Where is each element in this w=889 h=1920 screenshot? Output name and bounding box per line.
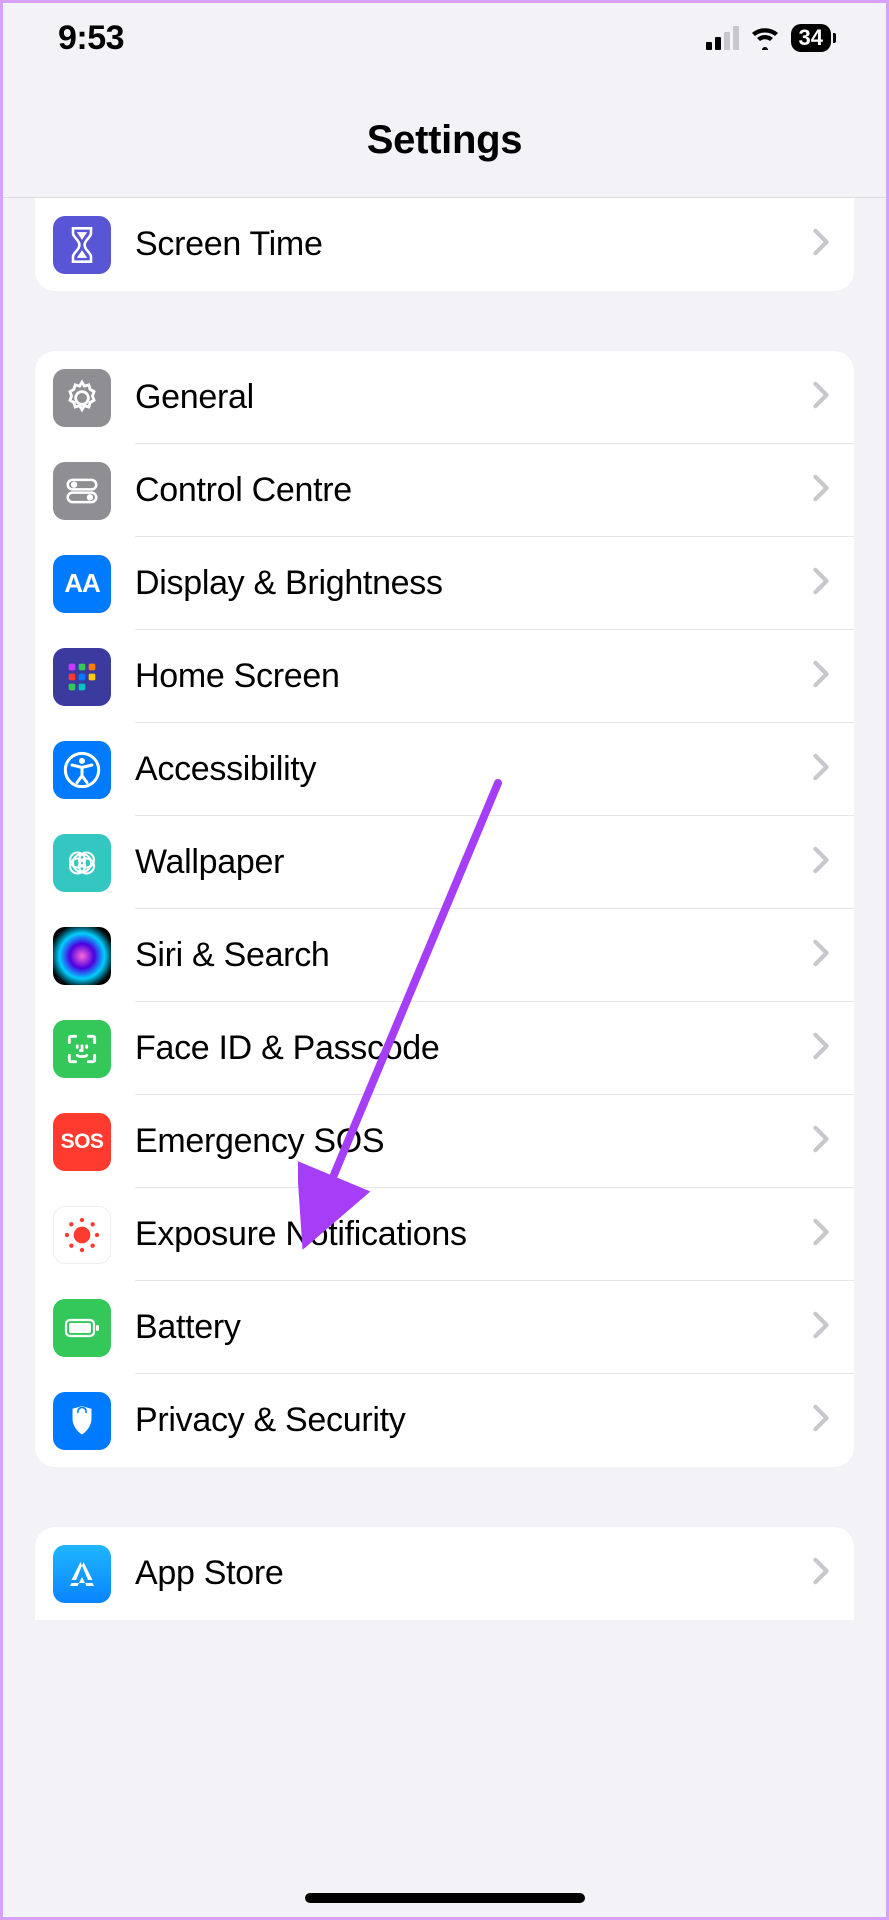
home-screen-icon bbox=[53, 648, 111, 706]
row-siri[interactable]: Siri & Search bbox=[35, 909, 854, 1002]
chevron-right-icon bbox=[812, 1557, 830, 1590]
chevron-right-icon bbox=[812, 228, 830, 261]
row-label: Wallpaper bbox=[135, 843, 284, 882]
chevron-right-icon bbox=[812, 474, 830, 507]
row-battery[interactable]: Battery bbox=[35, 1281, 854, 1374]
chevron-right-icon bbox=[812, 1404, 830, 1437]
settings-group-top: Screen Time bbox=[35, 198, 854, 291]
row-label: Emergency SOS bbox=[135, 1122, 384, 1161]
chevron-right-icon bbox=[812, 660, 830, 693]
general-icon bbox=[53, 369, 111, 427]
chevron-right-icon bbox=[812, 1218, 830, 1251]
battery-icon-row bbox=[53, 1299, 111, 1357]
settings-group-main: General Control Centre AA Display & Brig… bbox=[35, 351, 854, 1467]
chevron-right-icon bbox=[812, 846, 830, 879]
chevron-right-icon bbox=[812, 1311, 830, 1344]
sos-icon: SOS bbox=[53, 1113, 111, 1171]
row-label: Accessibility bbox=[135, 750, 316, 789]
status-time: 9:53 bbox=[58, 19, 124, 58]
chevron-right-icon bbox=[812, 1032, 830, 1065]
exposure-icon bbox=[53, 1206, 111, 1264]
row-emergency-sos[interactable]: SOS Emergency SOS bbox=[35, 1095, 854, 1188]
status-bar: 9:53 34 bbox=[3, 3, 886, 73]
row-exposure-notifications[interactable]: Exposure Notifications bbox=[35, 1188, 854, 1281]
control-centre-icon bbox=[53, 462, 111, 520]
page-title: Settings bbox=[3, 118, 886, 163]
row-screen-time[interactable]: Screen Time bbox=[35, 198, 854, 291]
cellular-signal-icon bbox=[706, 26, 739, 50]
appstore-icon bbox=[53, 1545, 111, 1603]
home-indicator[interactable] bbox=[305, 1893, 585, 1903]
row-label: App Store bbox=[135, 1554, 284, 1593]
row-label: Exposure Notifications bbox=[135, 1215, 467, 1254]
header: Settings bbox=[3, 73, 886, 198]
chevron-right-icon bbox=[812, 1125, 830, 1158]
row-general[interactable]: General bbox=[35, 351, 854, 444]
chevron-right-icon bbox=[812, 567, 830, 600]
row-label: General bbox=[135, 378, 254, 417]
status-right: 34 bbox=[706, 24, 831, 52]
row-display-brightness[interactable]: AA Display & Brightness bbox=[35, 537, 854, 630]
settings-group-appstore: App Store bbox=[35, 1527, 854, 1620]
row-label: Home Screen bbox=[135, 657, 340, 696]
wallpaper-icon bbox=[53, 834, 111, 892]
chevron-right-icon bbox=[812, 381, 830, 414]
row-home-screen[interactable]: Home Screen bbox=[35, 630, 854, 723]
accessibility-icon bbox=[53, 741, 111, 799]
row-app-store[interactable]: App Store bbox=[35, 1527, 854, 1620]
siri-icon bbox=[53, 927, 111, 985]
chevron-right-icon bbox=[812, 939, 830, 972]
privacy-icon bbox=[53, 1392, 111, 1450]
row-faceid-passcode[interactable]: Face ID & Passcode bbox=[35, 1002, 854, 1095]
row-label: Screen Time bbox=[135, 225, 323, 264]
row-label: Display & Brightness bbox=[135, 564, 443, 603]
row-label: Control Centre bbox=[135, 471, 352, 510]
row-wallpaper[interactable]: Wallpaper bbox=[35, 816, 854, 909]
row-privacy-security[interactable]: Privacy & Security bbox=[35, 1374, 854, 1467]
wifi-icon bbox=[749, 26, 781, 50]
row-label: Battery bbox=[135, 1308, 241, 1347]
row-label: Face ID & Passcode bbox=[135, 1029, 440, 1068]
row-control-centre[interactable]: Control Centre bbox=[35, 444, 854, 537]
chevron-right-icon bbox=[812, 753, 830, 786]
row-label: Privacy & Security bbox=[135, 1401, 405, 1440]
faceid-icon bbox=[53, 1020, 111, 1078]
screen-time-icon bbox=[53, 216, 111, 274]
row-label: Siri & Search bbox=[135, 936, 330, 975]
display-brightness-icon: AA bbox=[53, 555, 111, 613]
battery-icon: 34 bbox=[791, 24, 831, 52]
row-accessibility[interactable]: Accessibility bbox=[35, 723, 854, 816]
